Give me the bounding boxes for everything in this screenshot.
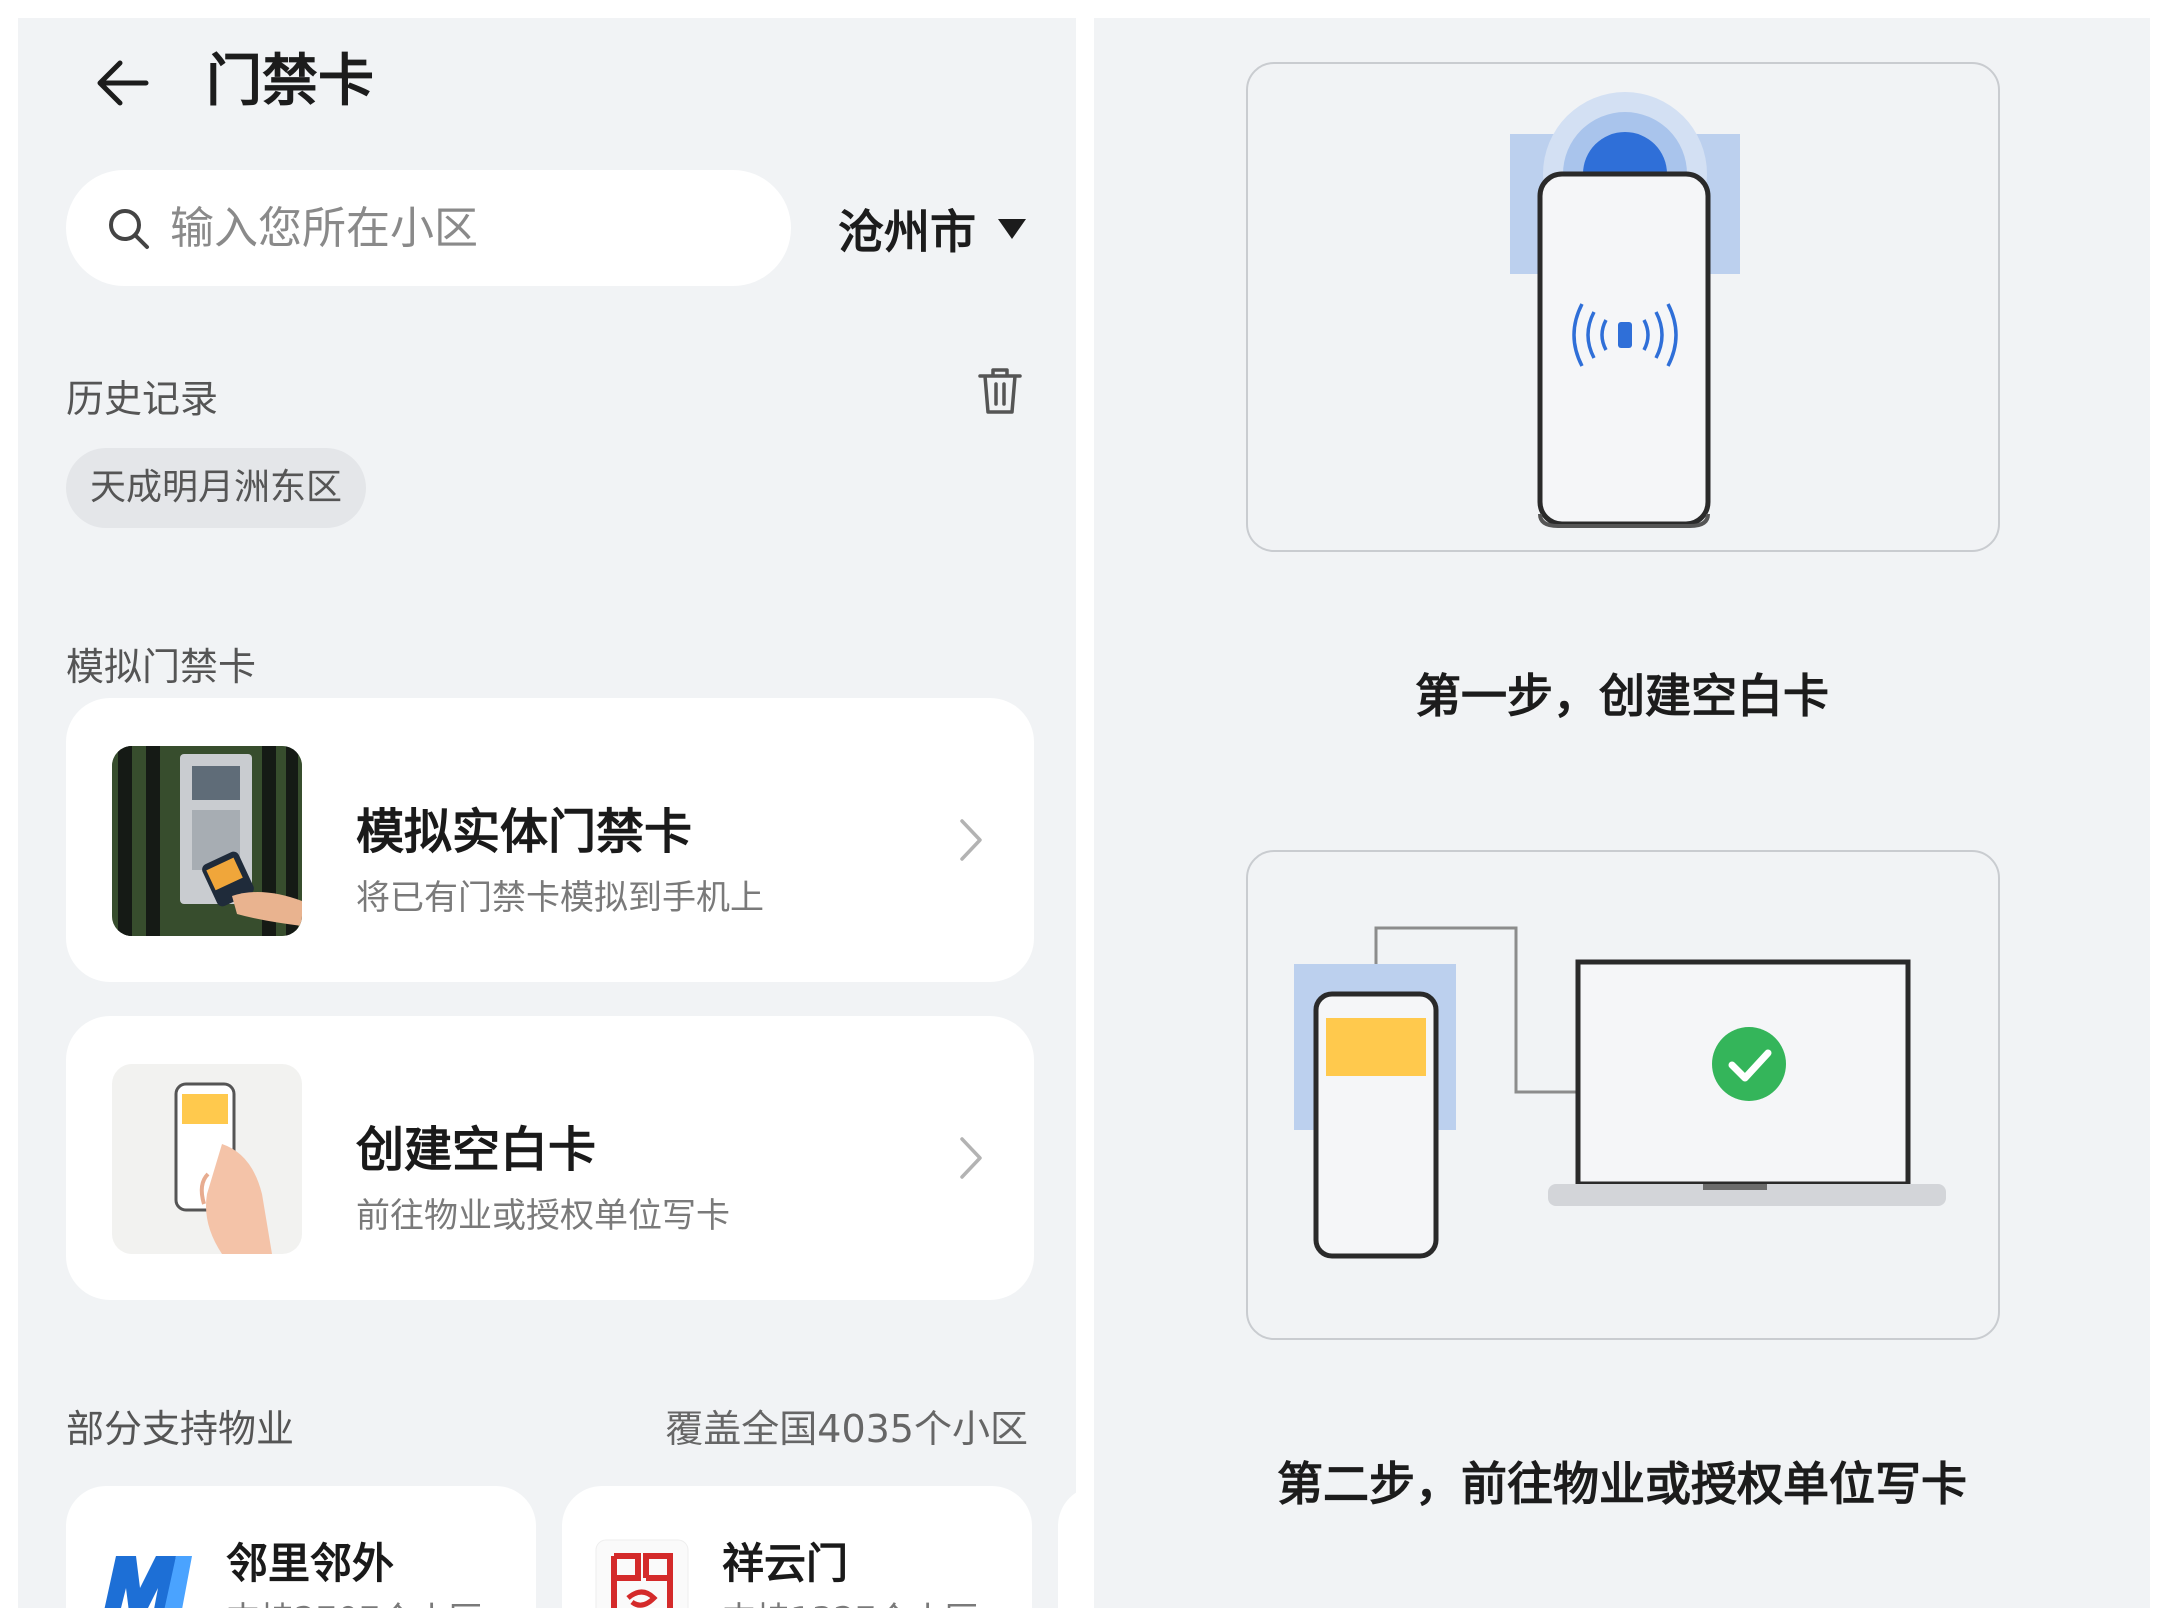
door-access-photo: [112, 746, 302, 936]
step2-illustration: [1246, 850, 2000, 1340]
chevron-right-icon: [960, 819, 982, 861]
right-panel: 第一步，创建空白卡 第二步，前往物业或授权单位写卡: [1094, 18, 2150, 1608]
card-subtitle: 前往物业或授权单位写卡: [356, 1196, 730, 1236]
city-selector[interactable]: 沧州市: [838, 194, 1026, 264]
search-box[interactable]: [66, 170, 791, 286]
step2-caption: 第二步，前往物业或授权单位写卡: [1277, 1457, 1967, 1511]
search-icon: [109, 209, 149, 249]
create-blank-card[interactable]: 创建空白卡 前往物业或授权单位写卡: [66, 1016, 1034, 1300]
step1-illustration: [1246, 62, 2000, 552]
support-section-label: 部分支持物业: [66, 1407, 295, 1451]
city-name: 沧州市: [838, 205, 976, 259]
card-title: 模拟实体门禁卡: [356, 804, 693, 860]
history-chip[interactable]: 天成明月洲东区: [66, 448, 367, 528]
step1-caption: 第一步，创建空白卡: [1415, 669, 1829, 723]
property-card[interactable]: 邻里邻外 支持2707个小区: [66, 1486, 536, 1608]
chevron-right-icon: [960, 1137, 982, 1179]
property-name: 邻里邻外: [226, 1539, 395, 1588]
property-card-partial[interactable]: [1058, 1486, 1076, 1608]
simulate-section-label: 模拟门禁卡: [66, 645, 257, 689]
left-panel: 门禁卡 沧州市 历史记录 天成明月洲东区 模拟门禁卡: [18, 18, 1076, 1608]
coverage-text: 覆盖全国4035个小区: [665, 1407, 1028, 1451]
trash-icon[interactable]: [976, 364, 1024, 418]
back-arrow-icon[interactable]: [88, 48, 158, 118]
property-count: 支持2707个小区: [226, 1592, 483, 1608]
card-subtitle: 将已有门禁卡模拟到手机上: [356, 878, 764, 918]
history-label: 历史记录: [66, 377, 219, 421]
xiangyunmen-logo-icon: [595, 1539, 689, 1608]
dropdown-arrow-icon: [998, 219, 1026, 239]
card-title: 创建空白卡: [356, 1122, 597, 1178]
property-count: 支持1327个小区: [722, 1592, 979, 1608]
nfc-phone-illustration: [1510, 92, 1740, 528]
property-card[interactable]: 祥云门 支持1327个小区: [562, 1486, 1032, 1608]
page-title: 门禁卡: [206, 49, 374, 114]
search-input[interactable]: [170, 170, 760, 286]
property-name: 祥云门: [722, 1539, 849, 1588]
simulate-physical-card[interactable]: 模拟实体门禁卡 将已有门禁卡模拟到手机上: [66, 698, 1034, 982]
phone-laptop-illustration: [1294, 926, 1946, 1259]
phone-in-hand-icon: [112, 1064, 302, 1254]
linli-logo-icon: [104, 1556, 192, 1608]
